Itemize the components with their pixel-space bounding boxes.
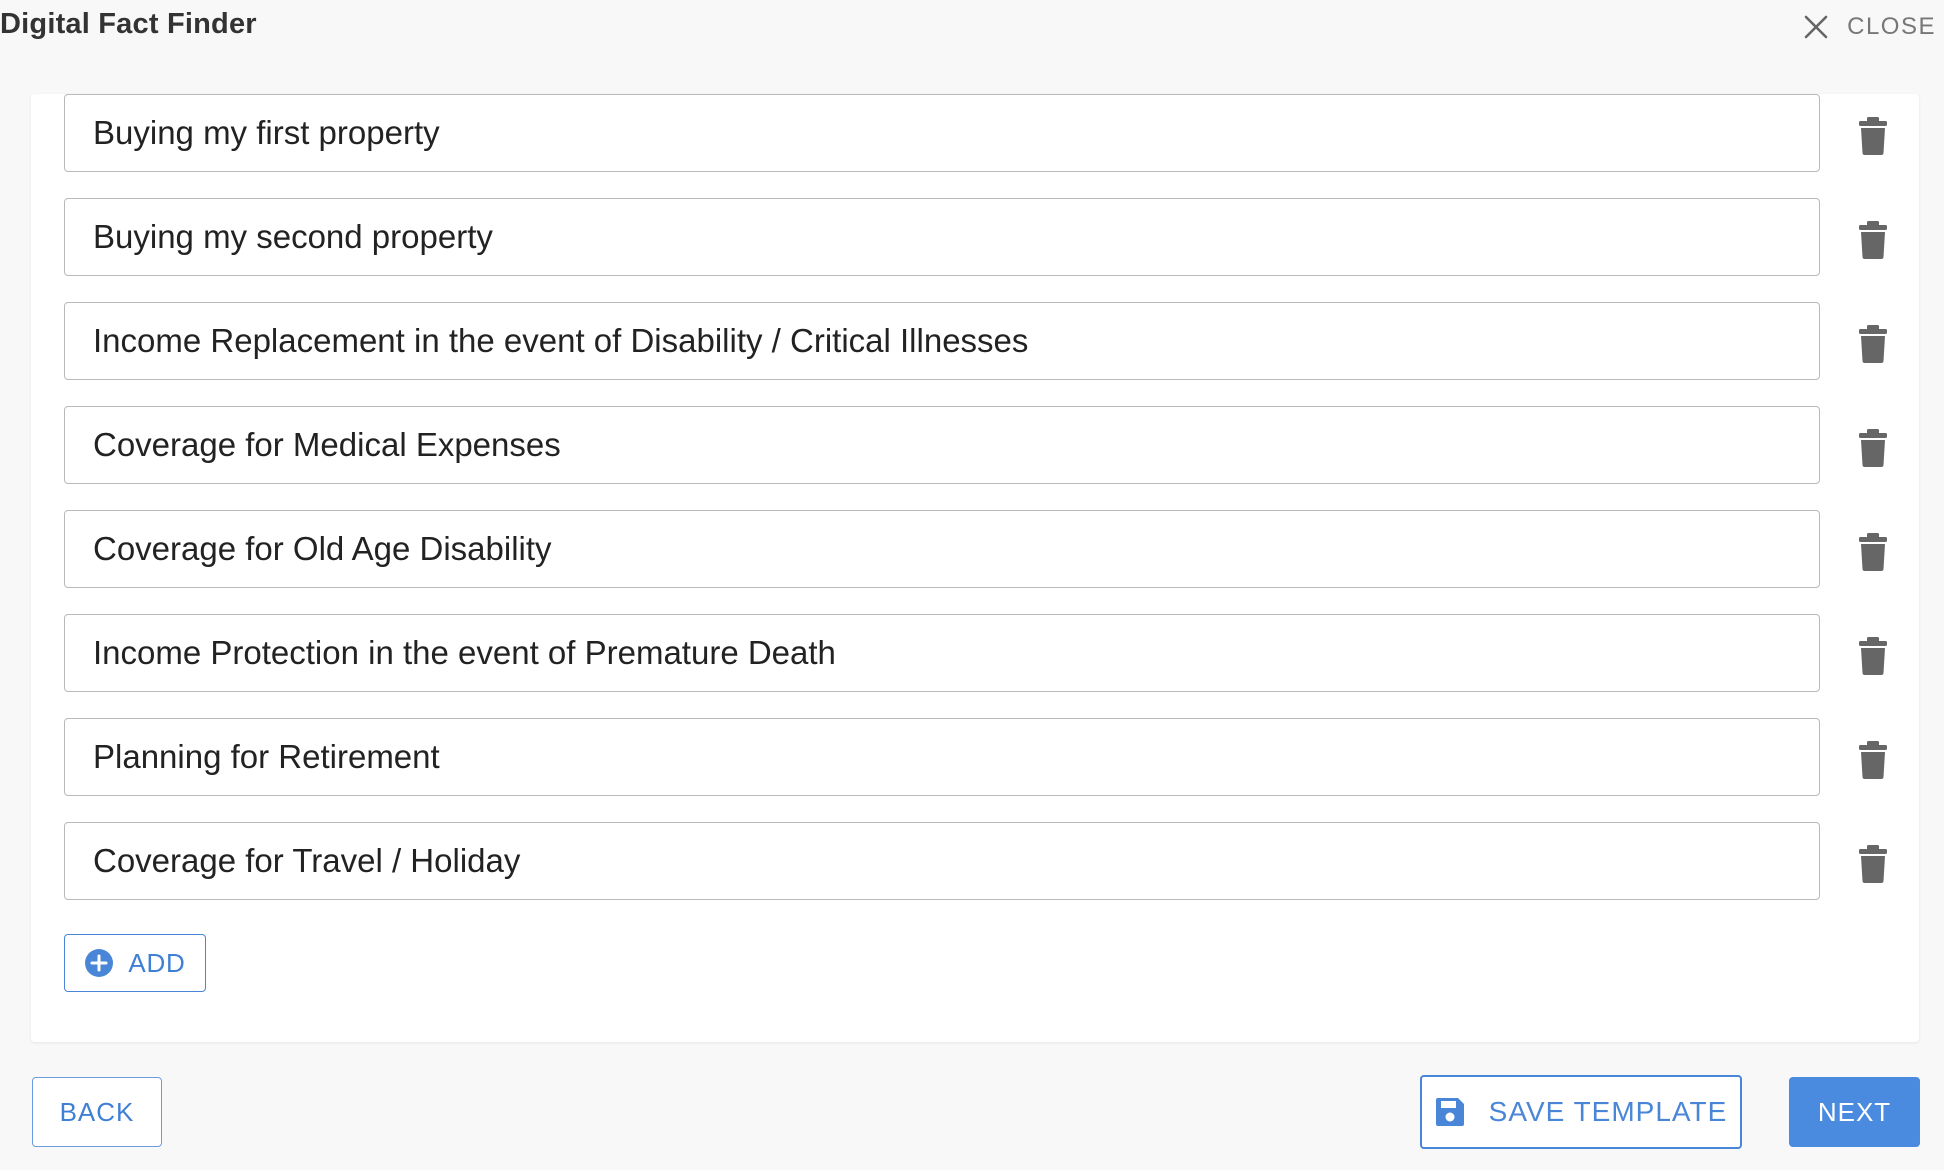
trash-icon[interactable] (1858, 740, 1888, 780)
close-icon[interactable] (1803, 14, 1829, 40)
goal-input[interactable] (64, 718, 1820, 796)
close-button[interactable]: CLOSE (1803, 8, 1936, 46)
trash-icon[interactable] (1858, 220, 1888, 260)
goal-input[interactable] (64, 302, 1820, 380)
page-title: Digital Fact Finder (0, 8, 257, 40)
goal-row (64, 406, 1914, 486)
goal-row (64, 822, 1914, 902)
goal-input[interactable] (64, 822, 1820, 900)
goal-row (64, 718, 1914, 798)
goal-input[interactable] (64, 198, 1820, 276)
trash-icon[interactable] (1858, 428, 1888, 468)
trash-icon[interactable] (1858, 116, 1888, 156)
back-label: BACK (59, 1096, 135, 1127)
add-goal-button[interactable]: ADD (64, 934, 206, 992)
close-label: CLOSE (1847, 13, 1936, 40)
save-template-button[interactable]: SAVE TEMPLATE (1420, 1075, 1742, 1149)
floppy-disk-icon (1435, 1097, 1465, 1127)
goal-row (64, 510, 1914, 590)
plus-circle-icon (84, 948, 114, 978)
back-button[interactable]: BACK (32, 1077, 162, 1147)
goal-row (64, 302, 1914, 382)
trash-icon[interactable] (1858, 324, 1888, 364)
next-label: NEXT (1817, 1096, 1892, 1127)
goal-row (64, 94, 1914, 174)
digital-fact-finder-app: Digital Fact Finder CLOSE Buying my firs… (0, 0, 1944, 1170)
goal-input[interactable] (64, 510, 1820, 588)
goal-input[interactable] (64, 406, 1820, 484)
save-template-label: SAVE TEMPLATE (1488, 1096, 1728, 1127)
trash-icon[interactable] (1858, 532, 1888, 572)
trash-icon[interactable] (1858, 636, 1888, 676)
add-label: ADD (128, 947, 186, 978)
goal-input[interactable] (64, 94, 1820, 172)
next-button[interactable]: NEXT (1789, 1077, 1920, 1147)
goal-input[interactable] (64, 614, 1820, 692)
goal-row (64, 614, 1914, 694)
goal-row (64, 198, 1914, 278)
goals-card: ADD (31, 94, 1919, 1042)
trash-icon[interactable] (1858, 844, 1888, 884)
header: Digital Fact Finder CLOSE (0, 0, 1944, 56)
